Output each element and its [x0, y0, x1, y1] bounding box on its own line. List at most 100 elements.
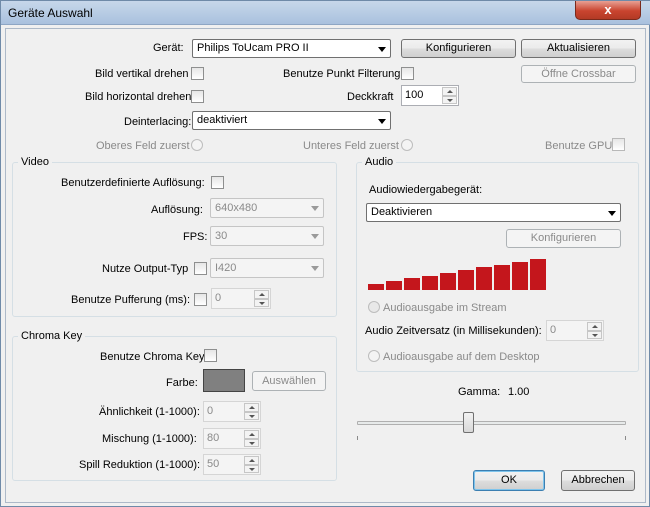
use-chroma-key-label: Benutze Chroma Key	[100, 351, 205, 363]
fps-value: 30	[215, 230, 228, 242]
gamma-label: Gamma:	[458, 386, 501, 398]
cancel-button[interactable]: Abbrechen	[561, 470, 635, 491]
deinterlace-select-value: deaktiviert	[197, 114, 248, 126]
bottom-field-first-radio[interactable]	[401, 139, 413, 151]
color-label: Farbe:	[166, 377, 198, 389]
spin-up-icon[interactable]	[442, 87, 457, 96]
buffering-spinner[interactable]: 0	[211, 288, 271, 309]
audio-group-title: Audio	[362, 156, 397, 168]
top-field-first-label: Oberes Feld zuerst	[96, 140, 190, 152]
device-selection-window: Geräte Auswahl x Gerät: Philips ToUcam P…	[0, 0, 650, 507]
configure-device-button[interactable]: Konfigurieren	[401, 39, 516, 58]
use-gpu-label: Benutze GPU	[545, 140, 613, 152]
custom-resolution-checkbox[interactable]	[211, 176, 224, 189]
spin-down-icon[interactable]	[244, 464, 259, 473]
buffering-value: 0	[215, 292, 222, 304]
spin-down-icon[interactable]	[244, 438, 259, 447]
resolution-label: Auflösung:	[151, 204, 203, 216]
chroma-key-group-title: Chroma Key	[18, 330, 86, 342]
volume-meter-bar	[512, 262, 528, 290]
custom-resolution-label: Benutzerdefinierte Auflösung:	[61, 177, 205, 189]
use-gpu-checkbox[interactable]	[612, 138, 625, 151]
point-filter-label: Benutze Punkt Filterung	[283, 68, 401, 80]
resolution-value: 640x480	[215, 202, 258, 214]
volume-meter-bar	[458, 270, 474, 290]
spill-reduction-spinner[interactable]: 50	[203, 454, 261, 475]
close-button[interactable]: x	[575, 1, 641, 20]
volume-meter-bar	[530, 259, 546, 290]
volume-meter	[368, 254, 546, 290]
color-swatch[interactable]	[203, 369, 245, 392]
volume-meter-bar	[404, 278, 420, 290]
opacity-value: 100	[405, 89, 424, 101]
window-title: Geräte Auswahl	[8, 6, 93, 20]
flip-vertical-checkbox[interactable]	[191, 67, 204, 80]
fps-select[interactable]: 30	[210, 226, 324, 246]
deinterlace-label: Deinterlacing:	[124, 116, 192, 128]
similarity-spinner[interactable]: 0	[203, 401, 261, 422]
volume-meter-bar	[422, 276, 438, 290]
audio-offset-spinner[interactable]: 0	[546, 320, 604, 341]
spin-up-icon[interactable]	[244, 403, 259, 412]
chevron-down-icon	[378, 46, 386, 52]
device-select[interactable]: Philips ToUcam PRO II	[192, 39, 391, 58]
spin-up-icon[interactable]	[587, 322, 602, 331]
chevron-down-icon	[378, 118, 386, 124]
volume-meter-bar	[494, 265, 510, 290]
fps-label: FPS:	[183, 231, 208, 243]
buffering-checkbox[interactable]	[194, 293, 207, 306]
bottom-field-first-label: Unteres Feld zuerst	[303, 140, 399, 152]
blend-value: 80	[207, 432, 220, 444]
gamma-value: 1.00	[508, 386, 530, 398]
spin-down-icon[interactable]	[587, 330, 602, 339]
opacity-spinner[interactable]: 100	[401, 85, 459, 106]
stream-output-radio[interactable]	[368, 301, 380, 313]
point-filter-checkbox[interactable]	[401, 67, 414, 80]
output-type-select[interactable]: I420	[210, 258, 324, 278]
spill-reduction-label: Spill Reduktion (1-1000):	[79, 459, 201, 471]
blend-spinner[interactable]: 80	[203, 428, 261, 449]
flip-horizontal-checkbox[interactable]	[191, 90, 204, 103]
volume-meter-bar	[476, 267, 492, 290]
choose-color-button[interactable]: Auswählen	[252, 371, 326, 391]
playback-device-value: Deaktivieren	[371, 206, 433, 218]
use-chroma-key-checkbox[interactable]	[204, 349, 217, 362]
dialog-client-area: Gerät: Philips ToUcam PRO II Konfigurier…	[5, 28, 646, 503]
playback-device-label: Audiowiedergabegerät:	[369, 184, 483, 196]
spin-down-icon[interactable]	[254, 298, 269, 307]
slider-tick	[625, 436, 626, 440]
refresh-button[interactable]: Aktualisieren	[521, 39, 636, 58]
stream-output-label: Audioausgabe im Stream	[383, 302, 507, 314]
spin-down-icon[interactable]	[442, 95, 457, 104]
playback-device-select[interactable]: Deaktivieren	[366, 203, 621, 222]
similarity-value: 0	[207, 405, 214, 417]
output-type-label: Nutze Output-Typ	[102, 263, 189, 275]
video-group-title: Video	[18, 156, 52, 168]
spin-up-icon[interactable]	[244, 456, 259, 465]
spin-up-icon[interactable]	[254, 290, 269, 299]
desktop-output-radio[interactable]	[368, 350, 380, 362]
open-crossbar-button[interactable]: Öffne Crossbar	[521, 65, 636, 83]
spin-up-icon[interactable]	[244, 430, 259, 439]
configure-audio-button[interactable]: Konfigurieren	[506, 229, 621, 248]
chevron-down-icon	[311, 206, 319, 211]
chevron-down-icon	[311, 234, 319, 239]
close-icon: x	[604, 2, 612, 17]
top-field-first-radio[interactable]	[191, 139, 203, 151]
title-bar[interactable]: Geräte Auswahl x	[1, 1, 650, 25]
audio-offset-label: Audio Zeitversatz (in Millisekunden):	[365, 325, 542, 337]
ok-button[interactable]: OK	[473, 470, 545, 491]
volume-meter-bar	[386, 281, 402, 290]
gamma-slider-thumb[interactable]	[463, 412, 474, 433]
flip-horizontal-label: Bild horizontal drehen	[85, 91, 192, 103]
spin-down-icon[interactable]	[244, 411, 259, 420]
volume-meter-bar	[440, 273, 456, 290]
gamma-slider-track[interactable]	[357, 421, 626, 425]
deinterlace-select[interactable]: deaktiviert	[192, 111, 391, 130]
output-type-checkbox[interactable]	[194, 262, 207, 275]
chevron-down-icon	[608, 210, 616, 216]
desktop-output-label: Audioausgabe auf dem Desktop	[383, 351, 540, 363]
resolution-select[interactable]: 640x480	[210, 198, 324, 218]
device-select-value: Philips ToUcam PRO II	[197, 42, 309, 54]
opacity-label: Deckkraft	[347, 91, 394, 103]
